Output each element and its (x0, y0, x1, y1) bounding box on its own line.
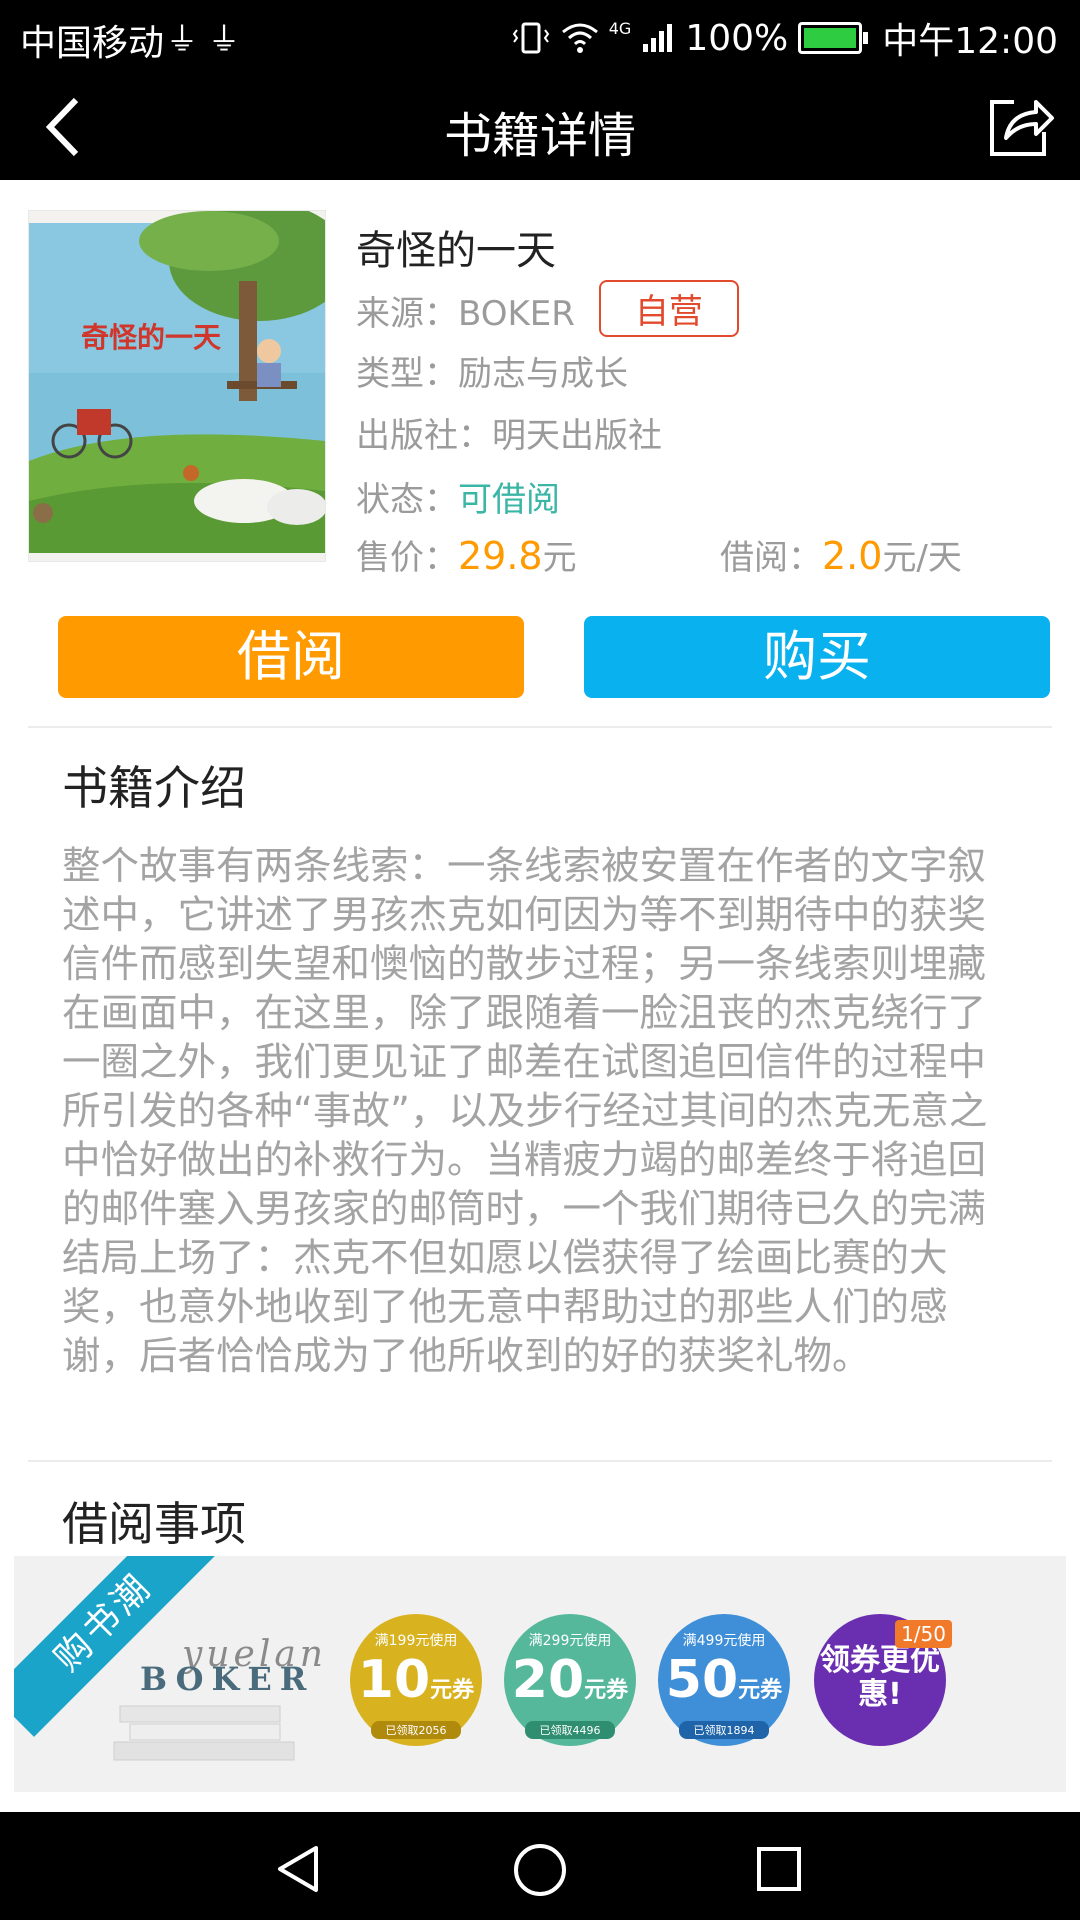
coupon-claimed: 已领取2056 (371, 1721, 461, 1739)
publisher-value: 明天出版社 (492, 416, 662, 456)
usb-icon: ⏚ (166, 20, 199, 58)
rent-value: 2.0 (822, 534, 883, 578)
coupon-amount: 10元券 (357, 1650, 475, 1710)
page-title: 书籍详情 (443, 108, 636, 164)
status-bar: 中国移动 ⏚ ⏚ 4G 100% 中午12:00 (0, 0, 1080, 72)
buy-button[interactable]: 购买 (584, 616, 1050, 698)
type-label: 类型： (356, 354, 458, 394)
clock: 中午12:00 (882, 21, 1058, 62)
source-label: 来源： (356, 294, 458, 334)
status-label: 状态： (356, 480, 458, 520)
promo-badge: 1/50 (895, 1620, 952, 1648)
borrow-notes-heading: 借阅事项 (62, 1497, 246, 1551)
vibrate-icon (512, 22, 549, 54)
publisher-label: 出版社： (356, 416, 492, 456)
triangle-back-icon[interactable] (272, 1842, 326, 1896)
type-row: 类型：励志与成长 (356, 346, 628, 395)
price-label: 售价： (356, 538, 458, 578)
system-nav-bar (0, 1812, 1080, 1920)
coupon-claimed: 已领取4496 (525, 1721, 615, 1739)
rent-unit: 元/天 (882, 538, 962, 578)
book-cover-image[interactable]: 奇怪的一天 (28, 210, 326, 562)
status-row: 状态：可借阅 (356, 472, 560, 521)
type-value: 励志与成长 (458, 354, 628, 394)
borrow-button[interactable]: 借阅 (58, 616, 524, 698)
promo-text: 领券更优惠! (820, 1643, 940, 1712)
circle-home-icon[interactable] (512, 1842, 568, 1898)
self-operated-badge: 自营 (598, 280, 739, 337)
rent-label: 借阅： (720, 538, 822, 578)
square-recents-icon[interactable] (754, 1842, 804, 1896)
coupon-condition: 满299元使用 (528, 1633, 612, 1649)
wifi-icon (561, 23, 598, 53)
books-illustration (113, 1705, 295, 1761)
intro-text: 整个故事有两条线索：一条线索被安置在作者的文字叙述中，它讲述了男孩杰克如何因为等… (62, 844, 988, 1379)
carrier-name: 中国移动 (20, 23, 165, 64)
divider (28, 726, 1052, 728)
coupon-50[interactable]: 满499元使用 50元券 已领取1894 (658, 1614, 790, 1746)
cover-title-text: 奇怪的一天 (81, 321, 221, 354)
status-value: 可借阅 (458, 480, 560, 520)
promo-coupon[interactable]: 领券更优惠! 1/50 (814, 1614, 952, 1746)
publisher-row: 出版社：明天出版社 (356, 408, 662, 457)
coupon-20[interactable]: 满299元使用 20元券 已领取4496 (504, 1614, 636, 1746)
coupon-10[interactable]: 满199元使用 10元券 已领取2056 (350, 1614, 482, 1746)
price-unit: 元 (542, 538, 577, 578)
coupon-condition: 满499元使用 (682, 1633, 766, 1649)
source-row: 来源：BOKER 自营 (356, 280, 739, 339)
promo-banner[interactable]: 购书潮 yuelan BOKER 满199元使用 10元券 已领取2056 满2… (14, 1556, 1066, 1792)
battery-icon (798, 22, 869, 54)
title-bar: 书籍详情 (0, 72, 1080, 180)
coupon-amount: 50元券 (665, 1650, 783, 1710)
price-row: 售价：29.8元 (356, 530, 577, 579)
share-icon[interactable] (984, 90, 1056, 162)
signal-icon (643, 24, 673, 52)
intro-heading: 书籍介绍 (62, 761, 246, 815)
price-value: 29.8 (458, 534, 543, 578)
brand-logo: BOKER (140, 1660, 315, 1698)
battery-percent: 100% (685, 17, 789, 59)
source-value: BOKER (458, 294, 575, 334)
divider (28, 1460, 1052, 1462)
coupon-claimed: 已领取1894 (679, 1721, 769, 1739)
coupon-condition: 满199元使用 (374, 1633, 458, 1649)
network-type: 4G (608, 18, 632, 38)
coupon-amount: 20元券 (511, 1650, 629, 1710)
usb-icon: ⏚ (208, 20, 241, 58)
rent-row: 借阅：2.0元/天 (720, 530, 962, 579)
book-title: 奇怪的一天 (356, 228, 556, 274)
